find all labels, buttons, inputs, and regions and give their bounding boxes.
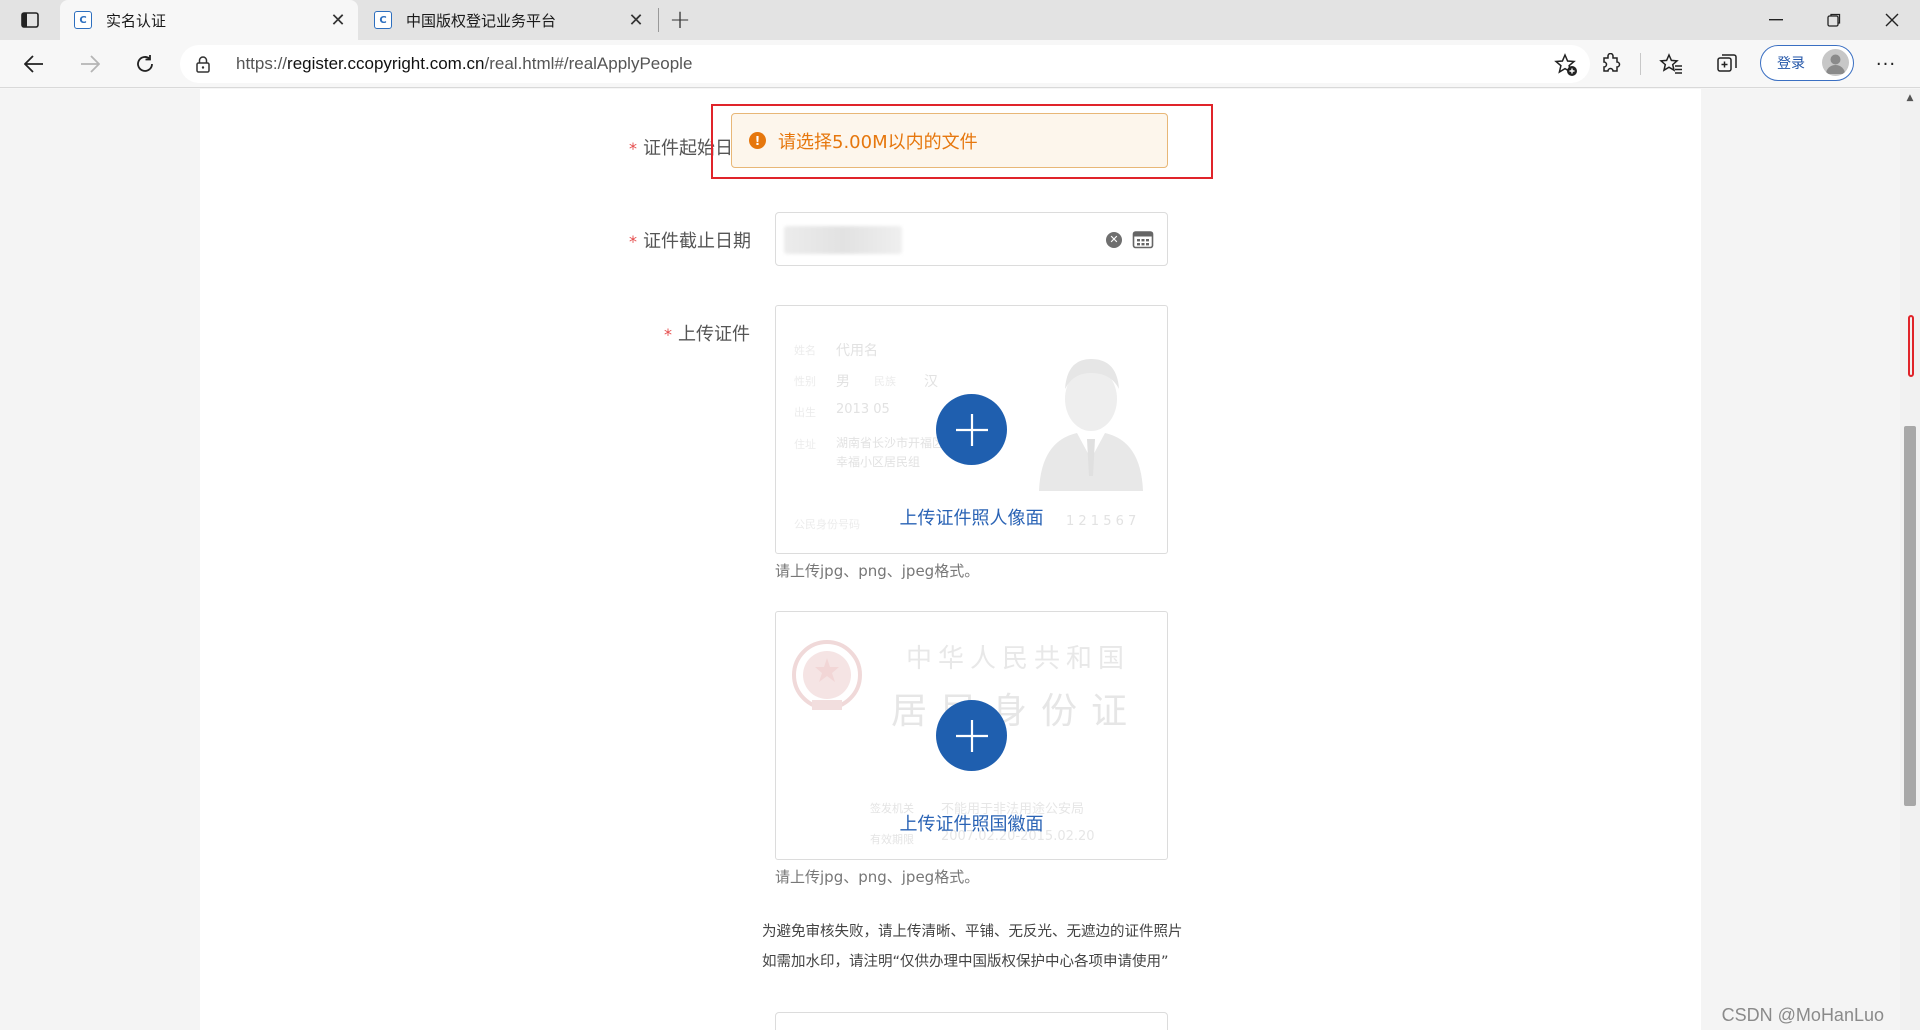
login-label: 登录 xyxy=(1777,56,1805,72)
tab-title: 中国版权登记业务平台 xyxy=(406,11,557,30)
scroll-position-marker xyxy=(1908,315,1914,377)
next-field-box[interactable] xyxy=(775,1012,1168,1030)
site-favicon-icon: C xyxy=(74,11,92,29)
forward-icon[interactable] xyxy=(72,46,108,82)
plus-icon xyxy=(955,719,988,752)
browser-toolbar: https://register.ccopyright.com.cn/real.… xyxy=(0,40,1920,88)
toolbar-divider xyxy=(1640,53,1641,75)
country-watermark: 中华人民共和国 xyxy=(906,644,1131,674)
end-date-input[interactable]: ✕ xyxy=(775,212,1168,266)
page-scrollbar[interactable]: ▲ xyxy=(1900,89,1920,1030)
minimize-icon[interactable] xyxy=(1748,0,1804,40)
photo-notice-line-1: 为避免审核失败，请上传清晰、平铺、无反光、无遮边的证件照片 xyxy=(762,924,1183,940)
end-date-label: * 证件截止日期 xyxy=(629,231,751,252)
back-upload-label: 上传证件照国徽面 xyxy=(899,814,1044,835)
plus-icon xyxy=(955,413,988,446)
tab-real-name[interactable]: C 实名认证 ✕ xyxy=(60,0,358,40)
site-favicon-icon: C xyxy=(374,11,392,29)
id-back-upload[interactable]: 中华人民共和国 居民身份证 签发机关 不能用于非法用途公安局 有效期限 2007… xyxy=(775,611,1168,860)
scrollbar-thumb[interactable] xyxy=(1904,426,1916,806)
card-type-watermark: 居民身份证 xyxy=(891,691,1142,732)
blurred-date-value xyxy=(784,226,902,254)
collections-icon[interactable] xyxy=(1713,50,1741,78)
front-upload-label: 上传证件照人像面 xyxy=(899,508,1044,529)
add-front-photo-button[interactable] xyxy=(936,394,1007,465)
upload-id-label: * 上传证件 xyxy=(664,324,750,345)
front-format-hint: 请上传jpg、png、jpeg格式。 xyxy=(775,562,980,580)
more-menu-button[interactable]: ··· xyxy=(1870,50,1902,78)
login-button[interactable]: 登录 xyxy=(1760,45,1854,81)
close-tab-icon[interactable]: ✕ xyxy=(622,6,650,34)
tab-separator xyxy=(658,8,659,32)
tab-title: 实名认证 xyxy=(106,11,167,30)
calendar-icon[interactable] xyxy=(1132,229,1154,249)
tab-copyright-platform[interactable]: C 中国版权登记业务平台 ✕ xyxy=(360,0,656,40)
national-emblem-icon xyxy=(792,640,862,710)
close-window-icon[interactable] xyxy=(1864,0,1920,40)
refresh-icon[interactable] xyxy=(127,46,163,82)
csdn-watermark: CSDN @MoHanLuo xyxy=(1721,1005,1884,1025)
scroll-up-icon[interactable]: ▲ xyxy=(1904,93,1916,105)
url-text[interactable]: https://register.ccopyright.com.cn/real.… xyxy=(236,45,692,83)
portrait-silhouette-icon xyxy=(1039,359,1143,491)
back-icon[interactable] xyxy=(16,46,52,82)
restore-icon[interactable] xyxy=(1806,0,1862,40)
page-viewport: * 证件起始日 * 证件截止日期 ✕ * 上传证件 姓名 代用名 性别 男 民族 汉 … xyxy=(0,89,1900,1030)
clear-icon[interactable]: ✕ xyxy=(1106,232,1122,248)
address-bar[interactable]: https://register.ccopyright.com.cn/real.… xyxy=(180,45,1590,83)
new-tab-button[interactable]: + xyxy=(664,4,696,36)
tab-bar: C 实名认证 ✕ C 中国版权登记业务平台 ✕ + xyxy=(0,0,1920,40)
favorites-icon[interactable] xyxy=(1657,50,1685,78)
lock-icon[interactable] xyxy=(194,55,212,73)
extensions-icon[interactable] xyxy=(1597,50,1625,78)
back-format-hint: 请上传jpg、png、jpeg格式。 xyxy=(775,868,980,886)
photo-notice-line-2: 如需加水印，请注明“仅供办理中国版权保护中心各项申请使用” xyxy=(762,954,1169,970)
add-back-photo-button[interactable] xyxy=(936,700,1007,771)
tab-actions-icon[interactable] xyxy=(14,8,46,32)
add-favorite-icon[interactable] xyxy=(1554,53,1578,77)
close-tab-icon[interactable]: ✕ xyxy=(324,6,352,34)
id-front-upload[interactable]: 姓名 代用名 性别 男 民族 汉 出生 2013 05 住址 湖南省长沙市开福区… xyxy=(775,305,1168,554)
avatar xyxy=(1822,49,1849,76)
annotation-highlight-box xyxy=(711,104,1213,179)
